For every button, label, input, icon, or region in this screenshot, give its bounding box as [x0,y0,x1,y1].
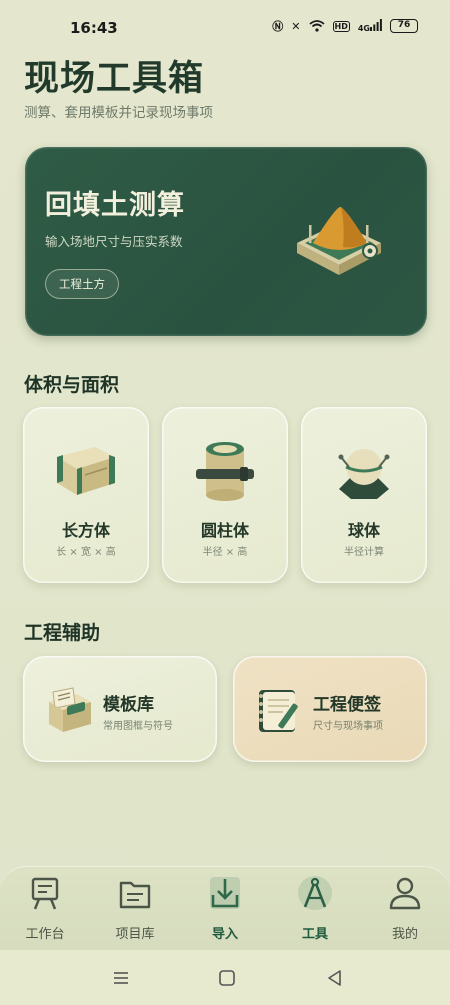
nav-item-projects[interactable]: 项目库 [100,873,170,947]
template-library-desc: 常用图框与符号 [103,721,173,732]
engineering-notes-desc: 尺寸与现场事项 [313,721,383,732]
hero-title: 回填土测算 [45,190,185,221]
cylinder-card[interactable]: 圆柱体 半径 × 高 [162,407,288,583]
engineering-notes-name: 工程便签 [313,695,381,715]
template-library-name: 模板库 [103,695,154,715]
page-title: 现场工具箱 [24,59,205,99]
sphere-formula: 半径计算 [344,547,384,558]
status-bar: 16:43 Ⓝ ✕ HD 4G 76 [0,0,450,52]
network-type: 4G [357,24,370,33]
nav-label-tools: 工具 [301,927,328,942]
menu-icon[interactable] [111,968,131,988]
home-icon[interactable] [217,968,237,988]
battery-icon: 76 [390,19,418,33]
back-icon[interactable] [325,968,345,988]
wifi-icon [308,20,325,32]
nav-item-tools[interactable]: 工具 [280,873,350,947]
signal-icon: 4G [358,19,382,33]
mute-icon: ✕ [291,19,301,33]
engineering-notes-card[interactable]: 工程便签 尺寸与现场事项 [233,656,427,762]
nav-label-import: 导入 [211,927,238,942]
cylinder-formula: 半径 × 高 [202,547,248,558]
cuboid-icon [57,447,115,495]
user-icon [389,877,421,910]
volume-section-title: 体积与面积 [24,374,120,396]
nav-item-me[interactable]: 我的 [370,873,440,947]
sphere-name: 球体 [347,521,380,540]
nav-item-workbench[interactable]: 工作台 [10,873,80,947]
sand-pile-icon [297,206,381,275]
template-library-card[interactable]: 模板库 常用图框与符号 [23,656,217,762]
nav-label-projects: 项目库 [115,927,155,942]
nfc-icon: Ⓝ [272,20,284,33]
notebook-icon [259,690,298,732]
nav-label-workbench: 工作台 [25,927,65,942]
nav-label-me: 我的 [391,927,418,942]
cylinder-name: 圆柱体 [200,521,249,540]
hero-tag[interactable]: 工程土方 [45,269,119,299]
cylinder-icon [196,442,254,501]
cuboid-name: 长方体 [61,521,110,540]
status-icons: Ⓝ ✕ HD 4G 76 [272,18,418,34]
import-icon [210,877,240,909]
system-nav-bar [0,950,450,1005]
status-time: 16:43 [70,19,118,37]
hd-icon: HD [332,20,350,32]
cuboid-card[interactable]: 长方体 长 × 宽 × 高 [23,407,149,583]
backfill-calculator-card[interactable]: 回填土测算 输入场地尺寸与压实系数 工程土方 [25,147,427,336]
bottom-nav: 工作台 项目库 导入 工具 我的 [0,866,450,950]
nav-item-import[interactable]: 导入 [190,873,260,947]
page-subtitle: 测算、套用模板并记录现场事项 [24,105,213,121]
sphere-card[interactable]: 球体 半径计算 [301,407,427,583]
aux-section-title: 工程辅助 [24,622,101,644]
hero-desc: 输入场地尺寸与压实系数 [45,234,183,249]
sphere-icon [338,449,390,499]
cuboid-formula: 长 × 宽 × 高 [56,547,116,558]
folder-icon [119,881,151,909]
template-box-icon [49,687,91,732]
compass-icon [298,876,332,910]
easel-icon [31,877,59,910]
